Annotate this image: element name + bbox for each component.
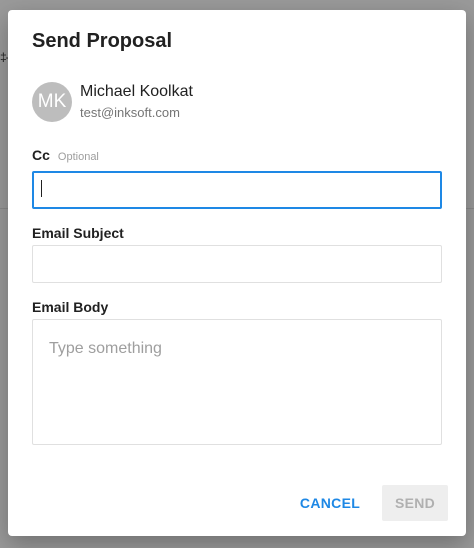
avatar: MK	[32, 82, 72, 122]
email-subject-input[interactable]	[32, 245, 442, 283]
send-button[interactable]: SEND	[382, 485, 448, 521]
optional-hint: Optional	[57, 151, 99, 163]
recipient-email: test@inksoft.com	[80, 105, 180, 120]
email-subject-label: Email Subject	[32, 225, 124, 241]
send-proposal-dialog: Send Proposal MK Michael Koolkat test@in…	[8, 10, 466, 536]
recipient-name: Michael Koolkat	[80, 83, 193, 100]
email-body-textarea[interactable]	[32, 319, 442, 445]
cc-label-text: Cc	[32, 147, 50, 163]
email-body-label: Email Body	[32, 299, 109, 315]
cc-label: Cc Optional	[32, 147, 99, 163]
cancel-button[interactable]: CANCEL	[294, 485, 366, 521]
dialog-title: Send Proposal	[32, 30, 173, 52]
cc-input[interactable]	[32, 171, 442, 209]
cc-field-wrapper	[32, 171, 442, 209]
text-cursor	[41, 180, 42, 197]
